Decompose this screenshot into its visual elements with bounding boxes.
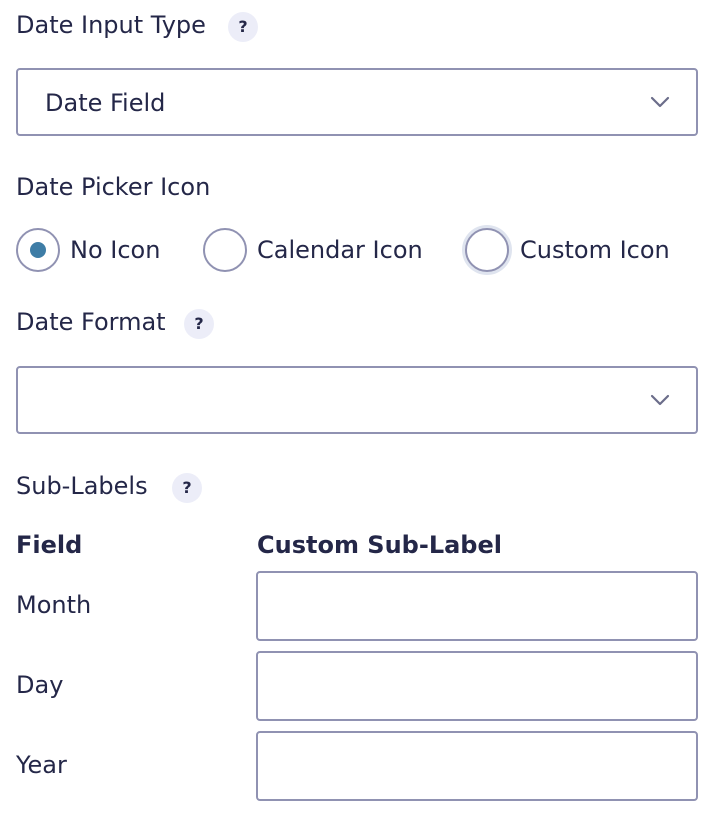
date-input-type-help-icon[interactable]: ? [228, 12, 258, 42]
date-format-label: Date Format [16, 308, 166, 336]
chevron-down-icon [650, 96, 670, 108]
date-input-type-value: Date Field [45, 89, 166, 117]
radio-custom-icon-label[interactable]: Custom Icon [520, 235, 670, 265]
year-sub-label-input[interactable] [256, 731, 698, 801]
row-label-year: Year [16, 751, 67, 779]
date-picker-icon-label: Date Picker Icon [16, 173, 211, 201]
row-label-month: Month [16, 591, 92, 619]
radio-custom-icon[interactable] [465, 228, 509, 272]
day-sub-label-input[interactable] [256, 651, 698, 721]
radio-calendar-icon-label[interactable]: Calendar Icon [257, 235, 423, 265]
radio-no-icon[interactable] [16, 228, 60, 272]
column-header-custom-sub-label: Custom Sub-Label [257, 531, 502, 559]
chevron-down-icon [650, 394, 670, 406]
row-label-day: Day [16, 671, 64, 699]
column-header-field: Field [16, 531, 83, 559]
month-sub-label-input[interactable] [256, 571, 698, 641]
radio-calendar-icon[interactable] [203, 228, 247, 272]
sub-labels-help-icon[interactable]: ? [172, 473, 202, 503]
radio-no-icon-label[interactable]: No Icon [70, 235, 160, 265]
date-input-type-select[interactable]: Date Field [16, 68, 698, 136]
date-format-help-icon[interactable]: ? [184, 309, 214, 339]
date-input-type-label: Date Input Type [16, 11, 206, 39]
sub-labels-label: Sub-Labels [16, 472, 148, 500]
date-format-select[interactable] [16, 366, 698, 434]
